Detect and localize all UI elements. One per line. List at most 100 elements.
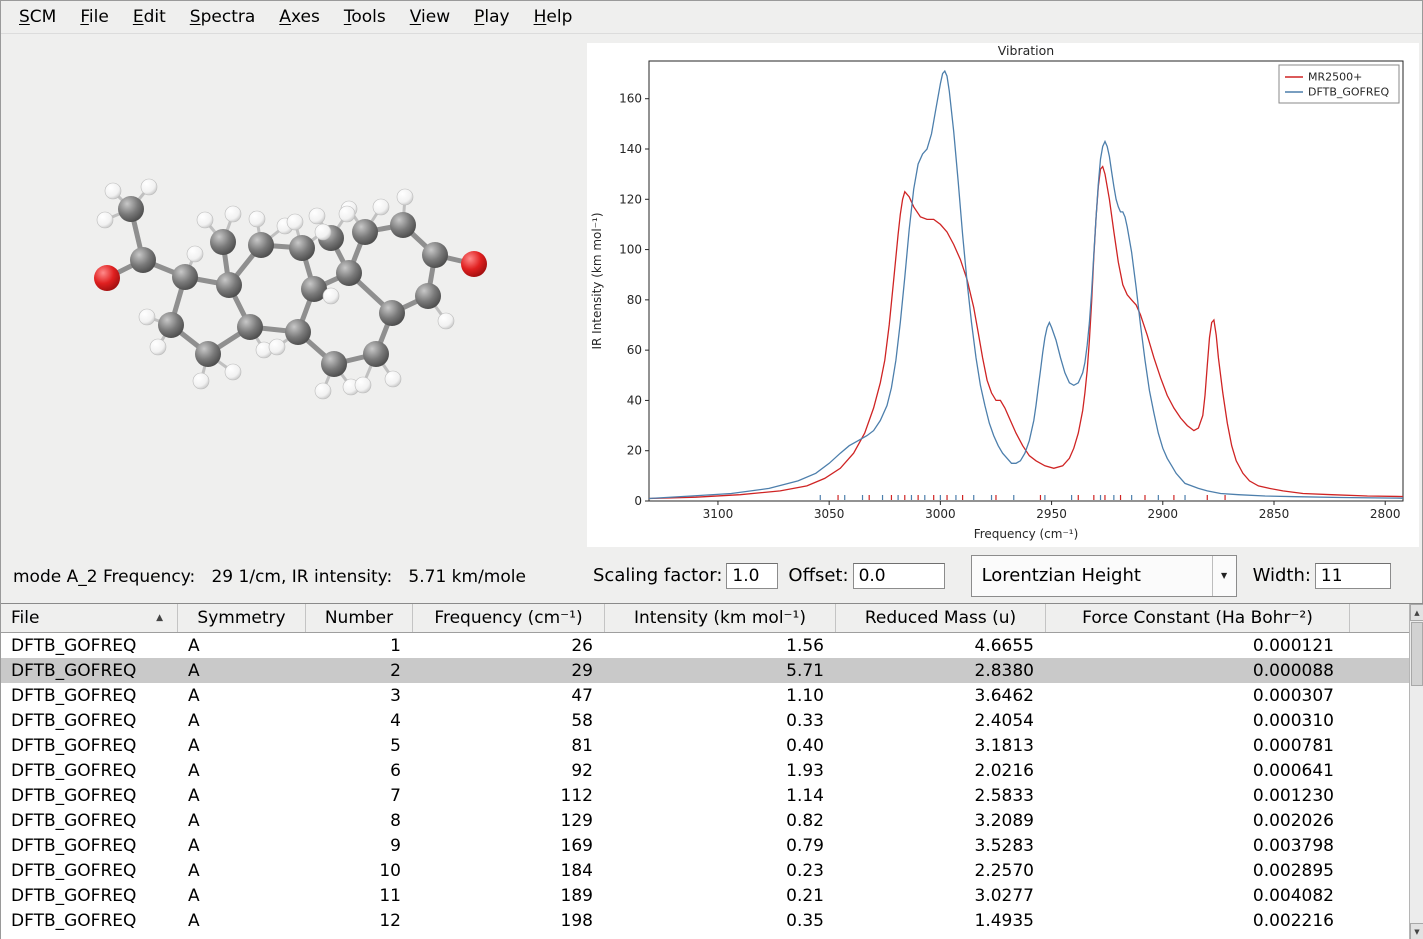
table-header-row: File▲ Symmetry Number Frequency (cm⁻¹) Inten…: [1, 604, 1423, 633]
width-label: Width:: [1253, 565, 1311, 586]
width-input[interactable]: [1315, 563, 1391, 589]
column-header-symmetry[interactable]: Symmetry: [178, 604, 306, 632]
arrow-up-icon: ▲: [1414, 609, 1419, 617]
cell-force-constant: 0.003798: [1046, 833, 1350, 858]
menu-item-play[interactable]: Play: [462, 3, 521, 31]
table-row[interactable]: DFTB_GOFREQA2295.712.83800.000088: [1, 658, 1423, 683]
cell-number: 1: [306, 633, 413, 658]
menu-item-edit[interactable]: Edit: [121, 3, 178, 31]
cell-intensity: 0.79: [605, 833, 836, 858]
table-body: DFTB_GOFREQA1261.564.66550.000121DFTB_GO…: [1, 633, 1423, 933]
arrow-down-icon: ▼: [1414, 928, 1419, 936]
menu-item-tools[interactable]: Tools: [332, 3, 398, 31]
cell-intensity: 1.14: [605, 783, 836, 808]
cell-force-constant: 0.004082: [1046, 883, 1350, 908]
cell-number: 12: [306, 908, 413, 933]
cell-force-constant: 0.000781: [1046, 733, 1350, 758]
cell-frequency: 169: [413, 833, 605, 858]
cell-number: 5: [306, 733, 413, 758]
spectra-window: SCMFileEditSpectraAxesToolsViewPlayHelp …: [0, 0, 1423, 939]
cell-force-constant: 0.001230: [1046, 783, 1350, 808]
cell-frequency: 184: [413, 858, 605, 883]
lineshape-dropdown[interactable]: Lorentzian Height ▼: [971, 555, 1237, 597]
table-row[interactable]: DFTB_GOFREQA1261.564.66550.000121: [1, 633, 1423, 658]
cell-number: 6: [306, 758, 413, 783]
column-header-label: Force Constant (Ha Bohr⁻²): [1082, 608, 1313, 628]
cell-reduced-mass: 4.6655: [836, 633, 1046, 658]
table-row[interactable]: DFTB_GOFREQA81290.823.20890.002026: [1, 808, 1423, 833]
cell-reduced-mass: 2.4054: [836, 708, 1046, 733]
table-row[interactable]: DFTB_GOFREQA5810.403.18130.000781: [1, 733, 1423, 758]
scrollbar-thumb[interactable]: [1411, 622, 1423, 686]
svg-text:100: 100: [619, 243, 642, 257]
cell-number: 7: [306, 783, 413, 808]
molecule-3d-view[interactable]: [1, 34, 587, 564]
table-row[interactable]: DFTB_GOFREQA6921.932.02160.000641: [1, 758, 1423, 783]
column-header-reduced-mass[interactable]: Reduced Mass (u): [836, 604, 1046, 632]
dropdown-arrow-button[interactable]: ▼: [1212, 556, 1236, 596]
chevron-down-icon: ▼: [1221, 571, 1227, 580]
cell-symmetry: A: [178, 833, 306, 858]
scroll-down-button[interactable]: ▼: [1410, 923, 1423, 939]
cell-number: 10: [306, 858, 413, 883]
cell-frequency: 29: [413, 658, 605, 683]
cell-symmetry: A: [178, 908, 306, 933]
table-scrollbar[interactable]: ▲ ▼: [1409, 604, 1423, 939]
svg-text:Vibration: Vibration: [998, 43, 1054, 58]
table-row[interactable]: DFTB_GOFREQA101840.232.25700.002895: [1, 858, 1423, 883]
cell-symmetry: A: [178, 808, 306, 833]
column-header-label: Frequency (cm⁻¹): [434, 608, 582, 628]
menu-item-view[interactable]: View: [398, 3, 462, 31]
mode-status-text: mode A_2 Frequency: 29 1/cm, IR intensit…: [13, 567, 526, 587]
svg-text:3000: 3000: [925, 507, 956, 521]
cell-frequency: 198: [413, 908, 605, 933]
cell-force-constant: 0.000641: [1046, 758, 1350, 783]
menu-item-scm[interactable]: SCM: [7, 3, 68, 31]
scroll-up-button[interactable]: ▲: [1410, 604, 1423, 621]
sort-ascending-icon: ▲: [156, 613, 163, 623]
scaling-factor-input[interactable]: [726, 563, 778, 589]
svg-text:2800: 2800: [1370, 507, 1401, 521]
column-header-force-constant[interactable]: Force Constant (Ha Bohr⁻²): [1046, 604, 1350, 632]
table-row[interactable]: DFTB_GOFREQA71121.142.58330.001230: [1, 783, 1423, 808]
svg-text:140: 140: [619, 142, 642, 156]
offset-input[interactable]: [853, 563, 945, 589]
cell-symmetry: A: [178, 683, 306, 708]
cell-force-constant: 0.002026: [1046, 808, 1350, 833]
cell-number: 2: [306, 658, 413, 683]
cell-intensity: 1.10: [605, 683, 836, 708]
table-row[interactable]: DFTB_GOFREQA4580.332.40540.000310: [1, 708, 1423, 733]
cell-intensity: 0.33: [605, 708, 836, 733]
cell-reduced-mass: 2.2570: [836, 858, 1046, 883]
table-row[interactable]: DFTB_GOFREQA91690.793.52830.003798: [1, 833, 1423, 858]
menu-item-help[interactable]: Help: [522, 3, 585, 31]
menu-item-axes[interactable]: Axes: [267, 3, 332, 31]
table-row[interactable]: DFTB_GOFREQA111890.213.02770.004082: [1, 883, 1423, 908]
table-row[interactable]: DFTB_GOFREQA121980.351.49350.002216: [1, 908, 1423, 933]
column-header-number[interactable]: Number: [306, 604, 413, 632]
cell-file: DFTB_GOFREQ: [1, 783, 178, 808]
cell-force-constant: 0.002895: [1046, 858, 1350, 883]
offset-label: Offset:: [788, 565, 848, 586]
spectrum-plot[interactable]: 3100305030002950290028502800020406080100…: [587, 43, 1419, 547]
svg-text:2950: 2950: [1036, 507, 1067, 521]
column-header-frequency[interactable]: Frequency (cm⁻¹): [413, 604, 605, 632]
svg-text:3050: 3050: [814, 507, 845, 521]
svg-text:0: 0: [634, 494, 642, 508]
spectrum-controls: Scaling factor: Offset: Lorentzian Heigh…: [587, 548, 1423, 603]
cell-file: DFTB_GOFREQ: [1, 733, 178, 758]
column-header-intensity[interactable]: Intensity (km mol⁻¹): [605, 604, 836, 632]
menu-item-spectra[interactable]: Spectra: [178, 3, 268, 31]
cell-frequency: 129: [413, 808, 605, 833]
column-header-file[interactable]: File▲: [1, 604, 178, 632]
cell-number: 4: [306, 708, 413, 733]
cell-intensity: 0.23: [605, 858, 836, 883]
cell-symmetry: A: [178, 883, 306, 908]
cell-frequency: 189: [413, 883, 605, 908]
table-row[interactable]: DFTB_GOFREQA3471.103.64620.000307: [1, 683, 1423, 708]
cell-frequency: 92: [413, 758, 605, 783]
modes-table: File▲ Symmetry Number Frequency (cm⁻¹) Inten…: [1, 603, 1423, 939]
menu-item-file[interactable]: File: [68, 3, 120, 31]
cell-file: DFTB_GOFREQ: [1, 833, 178, 858]
column-header-label: Symmetry: [197, 608, 285, 628]
